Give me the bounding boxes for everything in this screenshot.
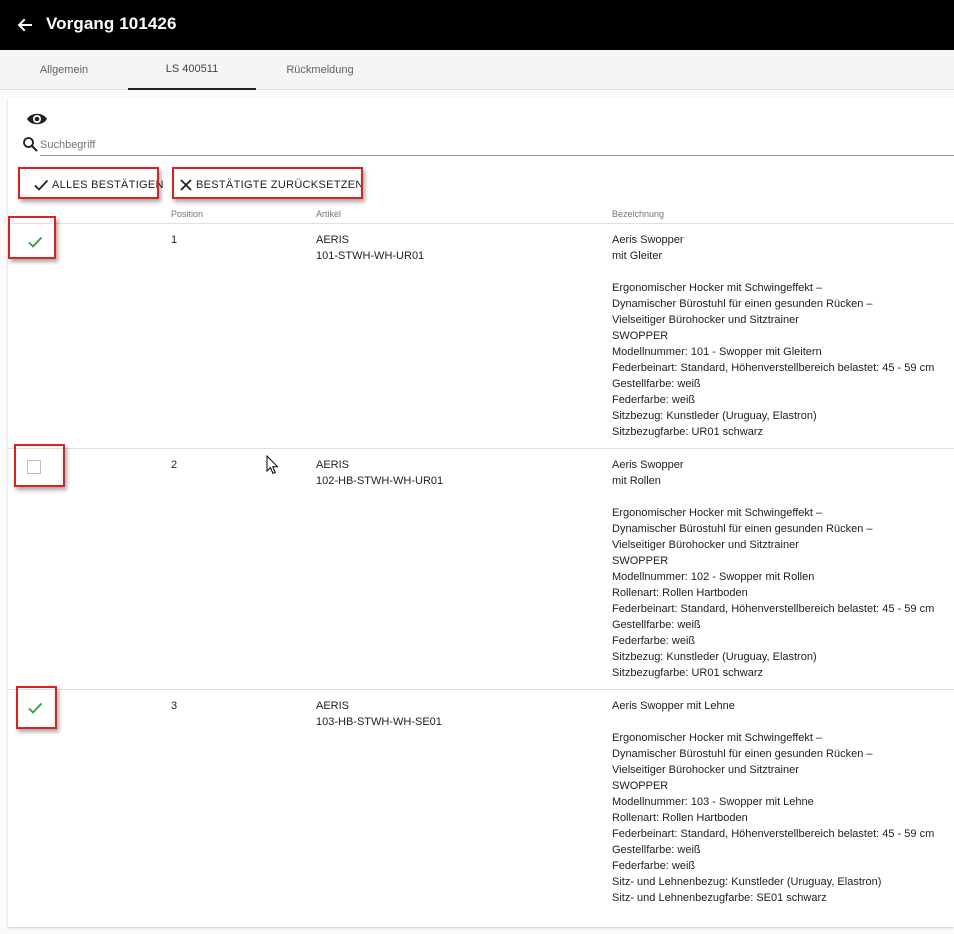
app-bar: Vorgang 101426 — [0, 0, 954, 50]
row-3-confirm-checkbox[interactable] — [26, 699, 44, 717]
arrow-left-icon — [17, 18, 32, 32]
row-2-confirm-checkbox[interactable] — [25, 458, 43, 476]
check-icon — [34, 179, 49, 191]
check-icon — [28, 702, 43, 714]
tab-bar: Allgemein LS 400511 Rückmeldung — [0, 50, 954, 90]
search-icon — [23, 137, 38, 152]
row-divider — [8, 223, 954, 224]
row-2-position: 2 — [171, 459, 178, 471]
checkbox-unchecked-icon — [27, 460, 41, 474]
eye-icon[interactable] — [26, 111, 48, 127]
reset-confirmed-label: BESTÄTIGTE ZURÜCKSETZEN — [196, 179, 364, 191]
column-header-article: Artikel — [316, 209, 342, 219]
search-input[interactable] — [40, 135, 954, 156]
row-1-description: Aeris Swopper mit Gleiter Ergonomischer … — [612, 234, 935, 438]
close-icon — [180, 179, 192, 191]
row-2-description: Aeris Swopper mit Rollen Ergonomischer H… — [612, 459, 935, 679]
check-icon — [28, 236, 43, 248]
row-3-position: 3 — [171, 700, 178, 712]
row-divider — [8, 448, 954, 449]
confirm-all-label: ALLES BESTÄTIGEN — [52, 179, 164, 191]
tab-allgemein[interactable]: Allgemein — [0, 50, 128, 90]
row-2-article: AERIS 102-HB-STWH-WH-UR01 — [316, 459, 444, 487]
confirm-all-button[interactable]: ALLES BESTÄTIGEN — [33, 172, 164, 198]
search-field — [22, 135, 954, 156]
tab-ls[interactable]: LS 400511 — [128, 50, 256, 90]
row-3-description: Aeris Swopper mit Lehne Ergonomischer Ho… — [612, 700, 935, 904]
row-divider — [8, 689, 954, 690]
row-1-confirm-checkbox[interactable] — [26, 233, 44, 251]
back-button[interactable] — [12, 12, 36, 38]
column-header-position: Position — [171, 209, 204, 219]
tab-rueckmeldung[interactable]: Rückmeldung — [256, 50, 384, 90]
column-header-description: Bezeichnung — [612, 209, 665, 219]
row-1-position: 1 — [171, 234, 178, 246]
page-title: Vorgang 101426 — [46, 14, 177, 33]
row-3-article: AERIS 103-HB-STWH-WH-SE01 — [316, 700, 442, 728]
reset-confirmed-button[interactable]: BESTÄTIGTE ZURÜCKSETZEN — [179, 172, 364, 198]
row-1-article: AERIS 101-STWH-WH-UR01 — [316, 234, 425, 262]
